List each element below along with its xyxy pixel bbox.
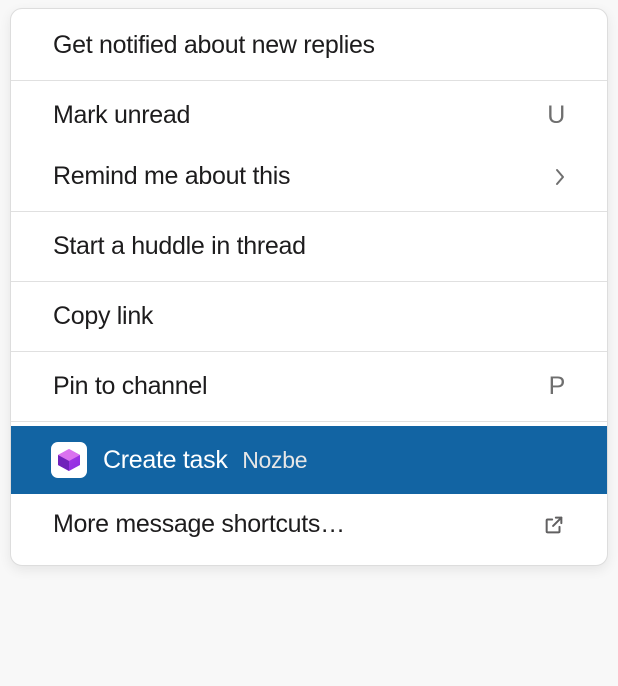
menu-item-start-huddle[interactable]: Start a huddle in thread bbox=[11, 216, 607, 277]
menu-item-pin-to-channel[interactable]: Pin to channel P bbox=[11, 356, 607, 417]
shortcut-key: P bbox=[549, 372, 565, 401]
menu-divider bbox=[11, 421, 607, 422]
menu-item-mark-unread[interactable]: Mark unread U bbox=[11, 85, 607, 146]
menu-item-label: Copy link bbox=[53, 302, 565, 331]
menu-divider bbox=[11, 281, 607, 282]
menu-item-get-notified[interactable]: Get notified about new replies bbox=[11, 15, 607, 76]
menu-item-label: Start a huddle in thread bbox=[53, 232, 565, 261]
menu-divider bbox=[11, 80, 607, 81]
chevron-right-icon bbox=[555, 168, 565, 186]
menu-item-remind-me[interactable]: Remind me about this bbox=[11, 146, 607, 207]
message-context-menu: Get notified about new replies Mark unre… bbox=[10, 8, 608, 566]
menu-item-copy-link[interactable]: Copy link bbox=[11, 286, 607, 347]
app-name: Nozbe bbox=[242, 447, 307, 473]
menu-divider bbox=[11, 211, 607, 212]
menu-item-label: Pin to channel bbox=[53, 372, 533, 401]
menu-item-label: Remind me about this bbox=[53, 162, 539, 191]
shortcut-key: U bbox=[547, 101, 565, 130]
menu-item-more-shortcuts[interactable]: More message shortcuts… bbox=[11, 494, 607, 555]
external-link-icon bbox=[543, 514, 565, 536]
menu-item-label: Get notified about new replies bbox=[53, 31, 565, 60]
menu-item-label: More message shortcuts… bbox=[53, 510, 527, 539]
create-task-text: Create task bbox=[103, 446, 228, 474]
menu-item-create-task[interactable]: Create task Nozbe bbox=[11, 426, 607, 494]
nozbe-app-icon bbox=[51, 442, 87, 478]
menu-item-label: Mark unread bbox=[53, 101, 531, 130]
menu-divider bbox=[11, 351, 607, 352]
menu-item-label: Create task Nozbe bbox=[103, 446, 565, 475]
